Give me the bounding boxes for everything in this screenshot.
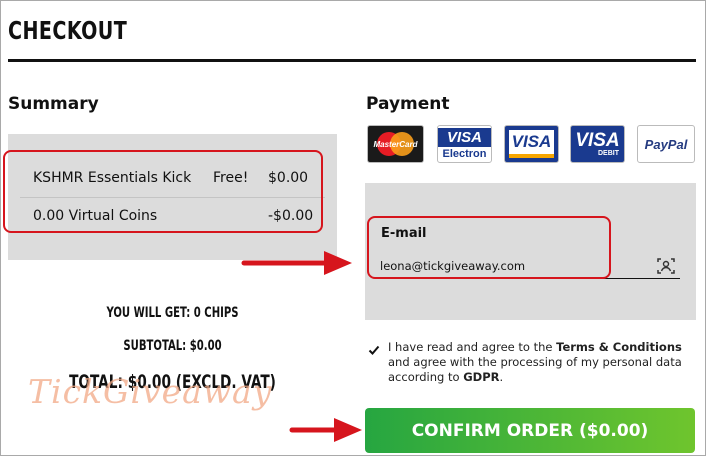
- terms-link[interactable]: Terms & Conditions: [556, 340, 682, 354]
- payment-heading: Payment: [366, 94, 450, 114]
- agree-text-part: I have read and agree to the: [388, 340, 557, 354]
- gdpr-link[interactable]: GDPR: [463, 370, 499, 384]
- agree-checkbox[interactable]: [368, 343, 380, 355]
- visa-electron-sub: Electron: [442, 148, 487, 160]
- visa-electron-label: VISA: [438, 128, 491, 147]
- mastercard-label: MasterCard: [373, 140, 418, 149]
- mastercard-icon: MasterCard: [367, 125, 424, 163]
- subtotal-text: SUBTOTAL: $0.00: [123, 338, 222, 354]
- paypal-icon: PayPal: [637, 125, 695, 163]
- annotation-box-email: [367, 216, 611, 279]
- annotation-box-summary: [3, 150, 323, 233]
- arrow-right-icon: [241, 251, 352, 275]
- visa-label: VISA: [509, 130, 554, 158]
- confirm-order-button[interactable]: CONFIRM ORDER ($0.00): [365, 408, 695, 453]
- watermark: TickGiveaway: [28, 372, 273, 411]
- paypal-label: PayPal: [644, 136, 688, 152]
- page-title: CHECKOUT: [8, 16, 128, 45]
- visa-debit-label: VISA: [575, 130, 620, 151]
- title-divider: [8, 59, 696, 62]
- visa-electron-icon: VISA Electron: [437, 125, 492, 163]
- agree-text-part: and agree with the processing of my pers…: [388, 355, 682, 384]
- arrow-right-icon: [289, 418, 362, 442]
- checkmark-icon: [368, 345, 380, 355]
- agree-text: I have read and agree to the Terms & Con…: [388, 340, 693, 385]
- you-will-get-text: YOU WILL GET: 0 CHIPS: [106, 305, 239, 321]
- agree-text-part: .: [499, 370, 504, 384]
- contact-autofill-icon[interactable]: [656, 257, 676, 280]
- summary-heading: Summary: [8, 94, 99, 114]
- visa-icon: VISA: [504, 125, 559, 163]
- visa-debit-sub: DEBIT: [598, 150, 619, 157]
- visa-debit-icon: VISA DEBIT: [570, 125, 625, 163]
